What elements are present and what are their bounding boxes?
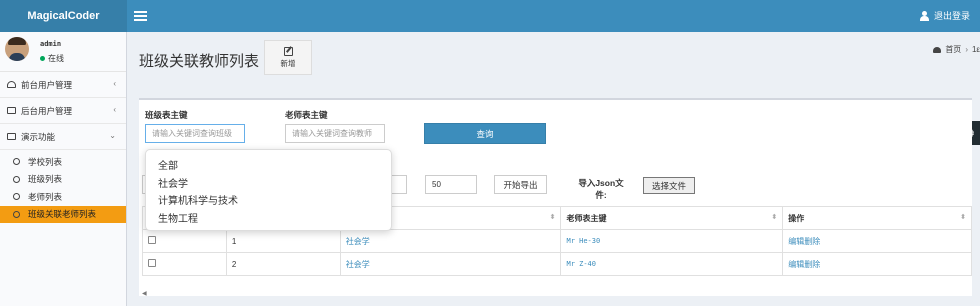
sidebar-item-frontend-users[interactable]: 前台用户管理 ‹ xyxy=(0,72,126,98)
row-checkbox[interactable] xyxy=(148,236,156,244)
logout-label: 退出登录 xyxy=(933,11,970,21)
user-status-label: 在线 xyxy=(48,54,64,63)
sidebar-item-school-list[interactable]: 学校列表 xyxy=(0,153,126,171)
circle-icon xyxy=(13,158,20,166)
demo-submenu: 学校列表 班级列表 老师列表 班级关联老师列表 xyxy=(0,150,126,223)
user-panel: admin 在线 xyxy=(0,32,126,72)
sidebar-item-label: 前台用户管理 xyxy=(21,79,73,90)
avatar xyxy=(5,37,29,61)
row-class-link[interactable]: 社会学 xyxy=(339,229,562,253)
sidebar-subitem-label: 老师列表 xyxy=(28,191,63,202)
dashboard-icon xyxy=(933,46,942,53)
row-checkbox-cell[interactable] xyxy=(142,252,227,276)
dashboard-icon xyxy=(7,81,16,88)
sidebar-item-label: 后台用户管理 xyxy=(21,105,73,116)
breadcrumb-current: 1ε xyxy=(971,45,980,54)
dropdown-option[interactable]: 生物工程 xyxy=(146,209,391,227)
sidebar-item-teacher-list[interactable]: 老师列表 xyxy=(0,188,126,206)
laptop-icon xyxy=(7,133,16,140)
teacher-key-label: 老师表主键 xyxy=(285,110,328,120)
laptop-icon xyxy=(7,107,16,114)
row-index: 1 xyxy=(225,229,341,253)
user-name: admin xyxy=(40,40,62,48)
circle-icon xyxy=(13,193,20,201)
sidebar-toggle-icon[interactable] xyxy=(134,11,147,21)
sidebar-item-backend-users[interactable]: 后台用户管理 ‹ xyxy=(0,98,126,124)
breadcrumb-home[interactable]: 首页 xyxy=(945,44,961,55)
table-header-label: 老师表主键 xyxy=(566,213,607,223)
sidebar-item-label: 演示功能 xyxy=(21,131,56,142)
chevron-left-icon: ‹ xyxy=(113,79,116,88)
export-button[interactable]: 开始导出 xyxy=(494,175,547,194)
row-actions[interactable]: 编辑删除 xyxy=(782,252,972,276)
scroll-left-icon[interactable]: ◀ xyxy=(142,290,147,297)
add-button-label: 新增 xyxy=(280,58,296,68)
breadcrumb: 首页 › 1ε xyxy=(933,44,980,55)
sidebar-subitem-label: 学校列表 xyxy=(28,156,63,167)
class-key-dropdown: 全部 社会学 计算机科学与技术 生物工程 xyxy=(145,149,392,231)
sidebar-item-demo[interactable]: 演示功能 ⌄ xyxy=(0,124,126,150)
logout-button[interactable]: 退出登录 xyxy=(919,9,970,22)
row-teacher-link[interactable]: Mr Z-40 xyxy=(560,252,784,276)
sidebar-item-class-teacher-list[interactable]: 班级关联老师列表 xyxy=(0,205,126,223)
sidebar: admin 在线 前台用户管理 ‹ 后台用户管理 ‹ 演示功能 ⌄ 学校列表 班… xyxy=(0,32,127,306)
row-class-link[interactable]: 社会学 xyxy=(339,252,562,276)
table-header-label: 操作 xyxy=(788,213,805,223)
row-checkbox[interactable] xyxy=(148,259,156,267)
chevron-down-icon: ⌄ xyxy=(109,131,116,140)
table-row: 2 社会学 Mr Z-40 编辑删除 xyxy=(142,252,972,276)
dropdown-option[interactable]: 全部 xyxy=(146,156,391,174)
sidebar-item-class-list[interactable]: 班级列表 xyxy=(0,171,126,189)
table-header-cell[interactable]: 老师表主键 ⬍ xyxy=(560,206,784,230)
breadcrumb-next: › xyxy=(965,45,968,54)
choose-file-button[interactable]: 选择文件 xyxy=(643,177,695,194)
dropdown-option[interactable]: 社会学 xyxy=(146,174,391,192)
class-key-label: 班级表主键 xyxy=(145,110,188,120)
circle-icon xyxy=(13,210,20,218)
table-header-cell[interactable]: 操作 ⬍ xyxy=(782,206,972,230)
app-logo[interactable]: MagicalCoder xyxy=(0,0,127,32)
user-status: 在线 xyxy=(40,53,64,64)
row-actions[interactable]: 编辑删除 xyxy=(782,229,972,253)
sidebar-subitem-label: 班级关联老师列表 xyxy=(28,209,97,220)
row-teacher-link[interactable]: Mr He-30 xyxy=(560,229,784,253)
export-count-input[interactable]: 50 xyxy=(425,175,477,194)
row-checkbox-cell[interactable] xyxy=(142,229,227,253)
dropdown-option[interactable]: 计算机科学与技术 xyxy=(146,191,391,209)
add-button[interactable]: 新增 xyxy=(264,40,312,75)
sort-icon: ⬍ xyxy=(771,214,778,221)
user-icon xyxy=(919,10,929,21)
sidebar-subitem-label: 班级列表 xyxy=(28,174,63,185)
sort-icon: ⬍ xyxy=(960,214,966,221)
page-title: 班级关联教师列表 xyxy=(139,53,260,70)
row-index: 2 xyxy=(225,252,341,276)
chevron-left-icon: ‹ xyxy=(113,105,116,114)
edit-icon xyxy=(283,46,293,56)
top-navbar: MagicalCoder 退出登录 xyxy=(0,0,980,32)
class-key-input[interactable]: 请输入关键词查询班级 xyxy=(145,124,245,143)
query-button[interactable]: 查询 xyxy=(424,123,546,144)
table-row: 1 社会学 Mr He-30 编辑删除 xyxy=(142,229,972,253)
import-json-label: 导入Json文件: xyxy=(578,178,624,200)
sort-icon: ⬍ xyxy=(549,214,556,221)
online-dot-icon xyxy=(40,56,45,61)
circle-icon xyxy=(13,175,20,183)
teacher-key-input[interactable]: 请输入关键词查询教师 xyxy=(285,124,385,143)
horizontal-scrollbar[interactable]: ◀ xyxy=(142,290,972,298)
